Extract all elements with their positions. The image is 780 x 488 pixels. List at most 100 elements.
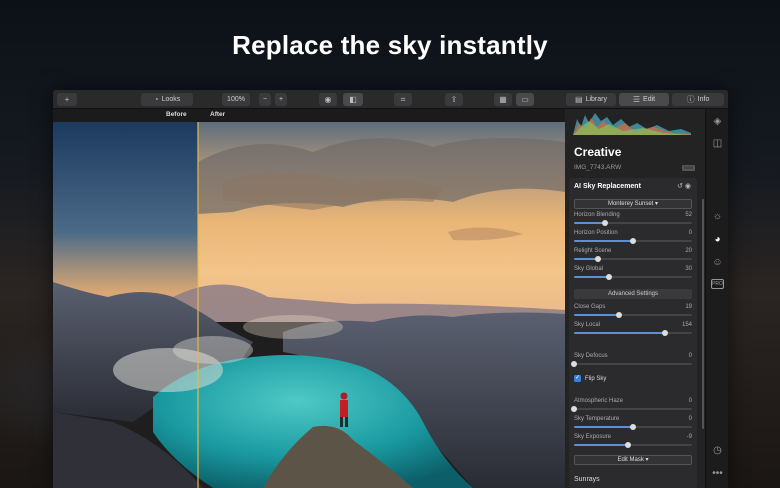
slider-handle[interactable] — [571, 361, 577, 367]
plus-icon: + — [64, 95, 70, 104]
panel-title: AI Sky Replacement — [574, 183, 641, 190]
slider-sky-defocus[interactable]: Sky Defocus 0 — [571, 353, 692, 369]
slider-track[interactable] — [574, 330, 692, 336]
advanced-settings-button[interactable]: Advanced Settings — [574, 289, 692, 299]
slider-label: Sky Defocus — [574, 353, 608, 359]
slider-sky-global[interactable]: Sky Global 30 — [574, 266, 692, 282]
slider-sky-exposure[interactable]: Sky Exposure -9 — [574, 434, 692, 450]
edit-mask-button[interactable]: Edit Mask ▾ — [574, 455, 692, 465]
sun-icon[interactable]: ☼ — [711, 210, 724, 223]
slider-track[interactable] — [574, 274, 692, 280]
info-label: Info — [697, 96, 710, 103]
headline: Replace the sky instantly — [232, 30, 548, 60]
slider-horizon-position[interactable]: Horizon Position 0 — [574, 230, 692, 246]
eye-icon: ◉ — [324, 95, 332, 104]
section-title: Creative — [574, 145, 622, 159]
slider-track[interactable] — [574, 424, 692, 430]
edit-label: Edit — [643, 96, 656, 103]
tab-library[interactable]: ▤ Library — [566, 93, 616, 106]
slider-sky-temperature[interactable]: Sky Temperature 0 — [574, 416, 692, 432]
slider-value: 52 — [685, 212, 692, 218]
slider-sky-local[interactable]: Sky Local 154 — [574, 322, 692, 338]
history-icon[interactable]: ◷ — [711, 444, 724, 457]
library-label: Library — [585, 96, 607, 103]
slider-value: 19 — [685, 304, 692, 310]
checkmark-icon: ✓ — [574, 375, 581, 382]
face-icon[interactable]: ☺ — [711, 256, 724, 269]
grid-view-button[interactable]: ▦ — [494, 93, 512, 106]
share-button[interactable]: ⇪ — [445, 93, 463, 106]
more-icon[interactable]: ••• — [711, 467, 724, 480]
crop-icon: ⌗ — [400, 94, 406, 104]
tab-edit[interactable]: ☰ Edit — [619, 93, 669, 106]
slider-fill — [574, 276, 610, 278]
slider-value: 0 — [688, 398, 692, 404]
split-view-icon: ◧ — [349, 95, 357, 104]
next-panel-title[interactable]: Sunrays — [574, 476, 600, 483]
slider-handle[interactable] — [630, 424, 636, 430]
slider-value: 154 — [681, 322, 692, 328]
palette-icon[interactable]: ◕ — [711, 233, 724, 246]
slider-fill — [574, 314, 619, 316]
filename: IMG_7743.ARW — [574, 164, 622, 171]
slider-fill — [574, 444, 629, 446]
compare-icon[interactable]: ◫ — [711, 137, 724, 150]
tab-info[interactable]: ⓘ Info — [672, 93, 724, 106]
zoom-out-button[interactable]: − — [259, 93, 271, 106]
slider-label: Horizon Position — [574, 230, 618, 236]
compare-bar: Before After — [53, 109, 565, 122]
grid-icon: ▦ — [499, 95, 507, 104]
slider-handle[interactable] — [615, 312, 622, 318]
sky-preset-select[interactable]: Monterey Sunset ▾ — [574, 199, 692, 209]
slider-atmospheric-haze[interactable]: Atmospheric Haze 0 — [571, 398, 692, 414]
minus-icon: − — [262, 96, 268, 103]
flip-sky-checkbox[interactable]: ✓ Flip Sky — [574, 375, 606, 382]
slider-close-gaps[interactable]: Close Gaps 19 — [574, 304, 692, 320]
looks-button[interactable]: ◔ Looks — [141, 93, 193, 106]
slider-fill — [574, 426, 633, 428]
slider-label: Sky Temperature — [574, 416, 620, 422]
slider-handle[interactable] — [625, 442, 632, 448]
looks-icon: ◔ — [153, 95, 159, 104]
histogram — [573, 113, 691, 135]
photo-canvas[interactable] — [53, 122, 565, 488]
slider-handle[interactable] — [606, 274, 613, 280]
slider-handle[interactable] — [594, 256, 601, 262]
slider-fill — [574, 332, 665, 334]
zoom-value: 100% — [227, 96, 245, 103]
layers-icon[interactable]: ◈ — [711, 115, 724, 128]
slider-handle[interactable] — [630, 238, 636, 244]
scrollbar[interactable] — [702, 199, 704, 429]
slider-relight-scene[interactable]: Relight Scene 20 — [574, 248, 692, 264]
slider-value: 0 — [688, 353, 692, 359]
flip-sky-label: Flip Sky — [585, 375, 607, 382]
add-button[interactable]: + — [57, 93, 77, 106]
toggle-icon[interactable]: ◉ — [685, 183, 691, 190]
zoom-in-button[interactable]: + — [275, 93, 287, 106]
sliders-icon: ☰ — [632, 95, 641, 104]
slider-track[interactable] — [574, 442, 692, 448]
slider-track[interactable] — [574, 256, 692, 262]
edit-sidebar: Creative IMG_7743.ARW RAW AI Sky Replace… — [565, 109, 705, 488]
slider-value: 0 — [688, 416, 692, 422]
toolbar: + ◔ Looks 100% − + ◉ ◧ ⌗ ⇪ ▦ ▭ ▤ Library… — [53, 90, 728, 109]
preview-button[interactable]: ◉ — [319, 93, 337, 106]
zoom-level[interactable]: 100% — [222, 93, 250, 106]
slider-handle[interactable] — [571, 406, 577, 412]
slider-track[interactable] — [574, 312, 692, 318]
crop-button[interactable]: ⌗ — [394, 93, 412, 106]
compare-button[interactable]: ◧ — [343, 93, 363, 106]
slider-horizon-blending[interactable]: Horizon Blending 52 — [574, 212, 692, 228]
slider-track[interactable] — [571, 406, 692, 412]
reset-icon[interactable]: ↺ — [677, 183, 683, 190]
slider-track[interactable] — [574, 238, 692, 244]
slider-handle[interactable] — [601, 220, 608, 226]
slider-handle[interactable] — [661, 330, 668, 336]
slider-track[interactable] — [571, 361, 692, 367]
single-view-button[interactable]: ▭ — [516, 93, 534, 106]
slider-label: Atmospheric Haze — [574, 398, 624, 404]
tool-rail: ◈ ◫ ☼ ◕ ☺ PRO ◷ ••• — [705, 109, 728, 488]
slider-track[interactable] — [574, 220, 692, 226]
slider-value: -9 — [686, 434, 692, 440]
pro-icon[interactable]: PRO — [711, 279, 724, 292]
